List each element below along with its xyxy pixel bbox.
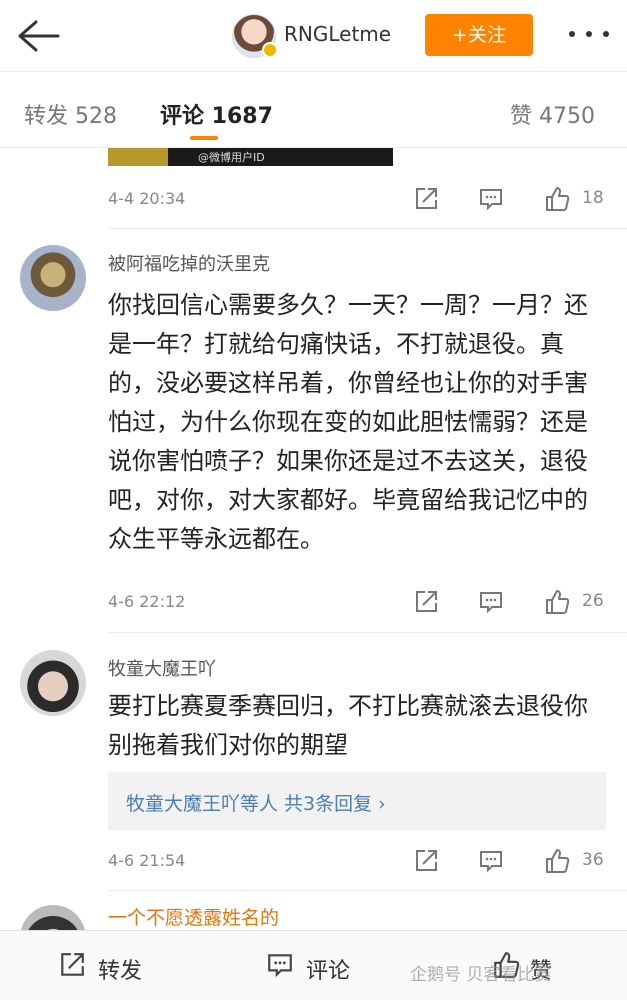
comment-icon[interactable] [478,186,504,212]
verified-badge-icon [262,42,278,58]
commenter-name[interactable]: 牧童大魔王吖 [108,655,216,681]
divider [108,890,627,891]
comment-icon[interactable] [266,951,294,979]
top-bar: RNGLetme +关注 [0,0,627,72]
comment-icon[interactable] [478,589,504,615]
source-watermark: 企鹅号 贝客看比赛 [410,965,552,985]
comment-image[interactable]: @微博用户ID [108,148,393,166]
author-username[interactable]: RNGLetme [284,22,391,46]
tab-active-indicator [190,136,218,140]
comment-text: 你找回信心需要多久？一天？一周？一月？还是一年？打就给句痛快话，不打就退役。真的… [108,291,588,553]
like-icon[interactable] [544,186,570,212]
comment-time: 4-6 21:54 [108,851,186,870]
divider [108,228,627,229]
like-icon[interactable] [544,848,570,874]
like-count: 18 [582,188,604,208]
share-icon[interactable] [413,186,439,212]
share-icon[interactable] [58,951,86,979]
comment-button[interactable]: 评论 [306,953,350,985]
comment-actions: 4-4 20:34 18 [0,183,627,215]
replies-link[interactable]: 牧童大魔王吖等人 共3条回复 › [126,789,386,816]
like-count: 26 [582,591,604,611]
image-watermark: @微博用户ID [198,151,265,164]
divider [108,632,627,633]
comment-time: 4-4 20:34 [108,189,186,208]
commenter-avatar[interactable] [20,245,86,311]
share-icon[interactable] [413,848,439,874]
tab-bar: 转发 528 评论 1687 赞 4750 [0,72,627,148]
like-count: 36 [582,850,604,870]
share-icon[interactable] [413,589,439,615]
comment-icon[interactable] [478,848,504,874]
more-icon[interactable] [567,24,611,44]
back-arrow-icon[interactable] [14,16,62,56]
replies-summary[interactable]: 牧童大魔王吖等人 共3条回复 › [108,772,606,830]
tab-repost[interactable]: 转发 528 [24,98,117,130]
repost-button[interactable]: 转发 [98,953,142,985]
like-icon[interactable] [544,589,570,615]
comment-actions: 4-6 22:12 26 [0,586,627,618]
commenter-name[interactable]: 一个不愿透露姓名的 [108,903,279,930]
tab-comments[interactable]: 评论 1687 [160,98,273,130]
commenter-avatar[interactable] [20,650,86,716]
comment-time: 4-6 22:12 [108,592,186,611]
comment-actions: 4-6 21:54 36 [0,845,627,877]
follow-button[interactable]: +关注 [425,14,533,56]
commenter-name[interactable]: 被阿福吃掉的沃里克 [108,250,270,276]
comment-text: 要打比赛夏季赛回归，不打比赛就滚去退役你别拖着我们对你的期望 [108,692,588,759]
tab-likes[interactable]: 赞 4750 [510,98,595,130]
